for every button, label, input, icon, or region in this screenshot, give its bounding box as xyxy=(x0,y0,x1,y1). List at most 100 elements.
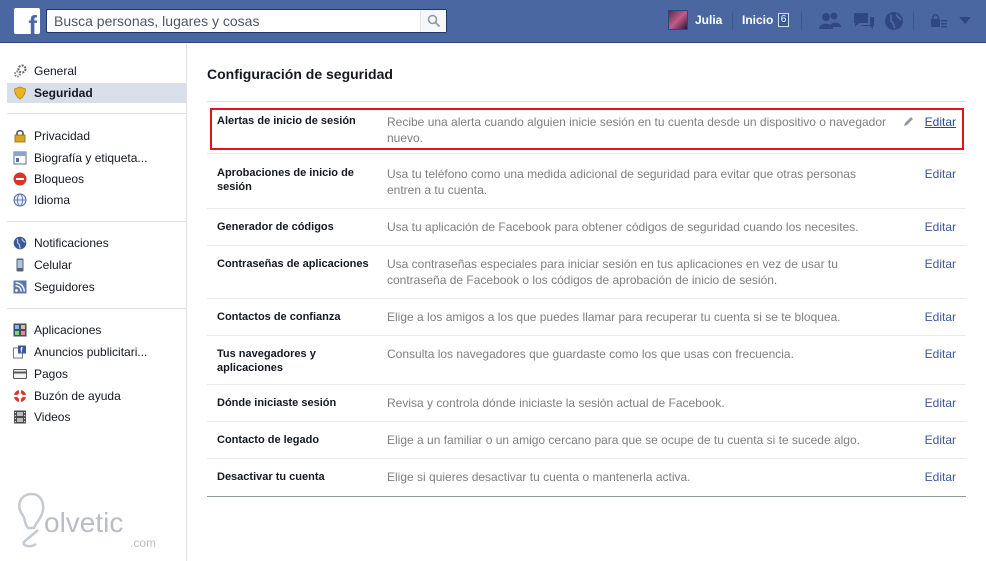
sidebar-item-payments[interactable]: Pagos xyxy=(7,364,186,384)
watermark-text: olvetic xyxy=(44,507,124,538)
sidebar-divider xyxy=(7,221,186,222)
phone-icon xyxy=(16,258,24,272)
rss-icon xyxy=(13,280,27,294)
edit-link[interactable]: Editar xyxy=(925,257,956,271)
row-label: Aprobaciones de inicio de sesión xyxy=(217,167,354,193)
sidebar-item-followers[interactable]: Seguidores xyxy=(7,277,186,297)
sidebar-item-label: Pagos xyxy=(34,367,69,381)
row-label: Contacto de legado xyxy=(217,434,320,446)
home-link[interactable]: Inicio xyxy=(742,13,773,27)
sidebar-item-mobile[interactable]: Celular xyxy=(7,255,186,275)
row-description: Usa tu aplicación de Facebook para obten… xyxy=(387,220,859,234)
sidebar-item-videos[interactable]: Videos xyxy=(7,407,186,427)
sidebar-item-support-inbox[interactable]: Buzón de ayuda xyxy=(7,386,186,406)
sidebar-item-language[interactable]: Idioma xyxy=(7,190,186,210)
row-description: Revisa y controla dónde iniciaste la ses… xyxy=(387,396,725,410)
sidebar-item-label: Celular xyxy=(34,258,73,272)
sidebar-item-privacy[interactable]: Privacidad xyxy=(7,126,186,146)
sidebar-item-security[interactable]: Seguridad xyxy=(7,83,186,103)
edit-link[interactable]: Editar xyxy=(925,220,956,234)
search-button[interactable] xyxy=(420,10,446,32)
edit-link[interactable]: Editar xyxy=(925,470,956,484)
search-icon xyxy=(427,14,441,28)
sidebar-item-label: Notificaciones xyxy=(34,236,109,250)
privacy-shortcuts-icon[interactable] xyxy=(930,13,948,29)
payments-icon xyxy=(13,369,27,379)
row-label: Generador de códigos xyxy=(217,221,334,233)
sidebar-divider xyxy=(7,308,186,309)
apps-icon xyxy=(13,323,27,337)
settings-row-trusted-contacts[interactable]: Contactos de confianza Elige a los amigo… xyxy=(207,300,966,336)
facebook-logo-icon[interactable]: f xyxy=(14,8,40,34)
row-description: Elige a los amigos a los que puedes llam… xyxy=(387,310,841,324)
edit-link[interactable]: Editar xyxy=(925,167,956,181)
divider xyxy=(732,12,733,30)
settings-row-where-logged-in[interactable]: Dónde iniciaste sesión Revisa y controla… xyxy=(207,386,966,422)
globe-notifications-icon xyxy=(13,236,27,250)
sidebar-item-label: Biografía y etiqueta... xyxy=(34,151,148,165)
sidebar-item-label: Privacidad xyxy=(34,129,91,143)
messages-icon[interactable] xyxy=(852,11,876,31)
settings-row-code-generator[interactable]: Generador de códigos Usa tu aplicación d… xyxy=(207,210,966,246)
shield-icon xyxy=(14,86,26,100)
sidebar-item-timeline[interactable]: Biografía y etiqueta... xyxy=(7,148,186,168)
top-bar: f Julia Inicio 6 xyxy=(0,0,986,43)
sidebar-item-label: Idioma xyxy=(34,193,71,207)
sidebar-item-label: Seguridad xyxy=(34,86,93,100)
sidebar-item-ads[interactable]: f Anuncios publicitari... xyxy=(7,342,186,362)
friend-requests-icon[interactable] xyxy=(818,11,842,31)
settings-row-deactivate-account[interactable]: Desactivar tu cuenta Elige si quieres de… xyxy=(207,460,966,497)
edit-link[interactable]: Editar xyxy=(925,347,956,361)
sidebar-item-label: Anuncios publicitari... xyxy=(34,345,148,359)
settings-row-login-approvals[interactable]: Aprobaciones de inicio de sesión Usa tu … xyxy=(207,155,966,209)
row-label: Contactos de confianza xyxy=(217,311,341,323)
divider xyxy=(913,12,914,30)
home-count-badge: 6 xyxy=(778,13,789,27)
row-label: Dónde iniciaste sesión xyxy=(217,397,337,409)
sidebar-item-label: General xyxy=(34,64,77,78)
edit-link[interactable]: Editar xyxy=(925,310,956,324)
profile-name: Julia xyxy=(695,13,723,27)
lock-icon xyxy=(14,129,26,143)
lifebuoy-icon xyxy=(14,390,26,402)
row-label: Tus navegadores y aplicaciones xyxy=(217,348,316,374)
row-label: Contraseñas de aplicaciones xyxy=(217,258,369,270)
block-icon xyxy=(13,172,27,186)
sidebar-item-apps[interactable]: Aplicaciones xyxy=(7,320,186,340)
row-description: Elige a un familiar o un amigo cercano p… xyxy=(387,433,860,447)
ads-icon: f xyxy=(13,345,26,359)
settings-row-browsers-apps[interactable]: Tus navegadores y aplicaciones Consulta … xyxy=(207,337,966,385)
highlight-box xyxy=(210,108,964,150)
edit-link[interactable]: Editar xyxy=(925,396,956,410)
edit-link[interactable]: Editar xyxy=(925,433,956,447)
timeline-icon xyxy=(13,151,27,165)
divider xyxy=(801,12,802,30)
avatar xyxy=(668,10,688,30)
sidebar-item-label: Aplicaciones xyxy=(34,323,102,337)
sidebar-item-label: Videos xyxy=(34,410,71,424)
search-input[interactable] xyxy=(47,10,421,32)
solvetic-watermark: olvetic .com xyxy=(12,490,172,552)
chevron-down-icon[interactable] xyxy=(958,16,972,26)
sidebar-item-blocking[interactable]: Bloqueos xyxy=(7,169,186,189)
sidebar-item-label: Seguidores xyxy=(34,280,95,294)
search-box xyxy=(46,9,447,33)
row-label: Desactivar tu cuenta xyxy=(217,471,325,483)
settings-sidebar xyxy=(0,44,187,561)
film-icon xyxy=(14,410,26,424)
watermark-suffix: .com xyxy=(130,536,157,550)
sidebar-item-general[interactable]: General xyxy=(7,61,186,81)
settings-row-app-passwords[interactable]: Contraseñas de aplicaciones Usa contrase… xyxy=(207,247,966,299)
sidebar-item-label: Buzón de ayuda xyxy=(34,389,121,403)
sidebar-item-label: Bloqueos xyxy=(34,172,85,186)
settings-row-legacy-contact[interactable]: Contacto de legado Elige a un familiar o… xyxy=(207,423,966,459)
notifications-globe-icon[interactable] xyxy=(884,11,904,31)
row-description: Elige si quieres desactivar tu cuenta o … xyxy=(387,470,691,484)
page-title: Configuración de seguridad xyxy=(207,66,393,82)
globe-icon xyxy=(13,193,27,207)
row-description: Consulta los navegadores que guardaste c… xyxy=(387,347,794,361)
sidebar-divider xyxy=(7,113,186,114)
sidebar-item-notifications[interactable]: Notificaciones xyxy=(7,233,186,253)
gears-icon xyxy=(14,64,27,78)
row-description: Usa contraseñas especiales para iniciar … xyxy=(387,257,838,287)
